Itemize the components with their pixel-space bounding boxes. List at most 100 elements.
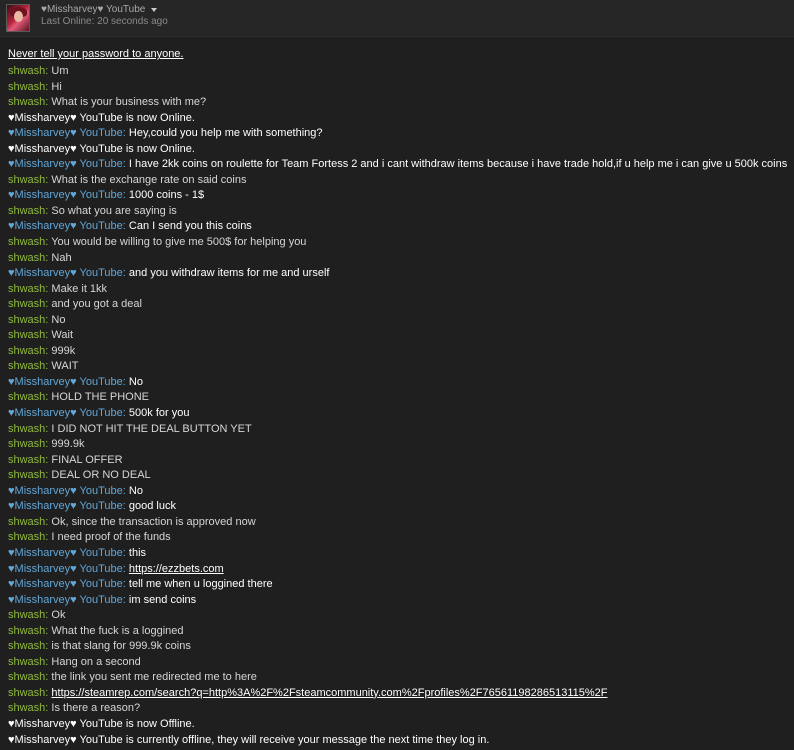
chat-message: shwash: You would be willing to give me … [8, 235, 786, 251]
message-sender[interactable]: shwash [8, 345, 45, 357]
message-sender[interactable]: shwash [8, 625, 45, 637]
message-sender[interactable]: shwash [8, 454, 45, 466]
message-link[interactable]: https://ezzbets.com [129, 563, 224, 575]
chat-message: ♥Missharvey♥ YouTube: and you withdraw i… [8, 266, 786, 282]
message-sender[interactable]: shwash [8, 656, 45, 668]
message-sender[interactable]: shwash [8, 438, 45, 450]
chat-message: shwash: DEAL OR NO DEAL [8, 468, 786, 484]
message-text: No [128, 375, 143, 388]
message-sender[interactable]: ♥Missharvey♥ YouTube [8, 500, 123, 512]
message-sender[interactable]: shwash [8, 298, 45, 310]
chat-message: ♥Missharvey♥ YouTube: No [8, 375, 786, 391]
chat-message: shwash: https://steamrep.com/search?q=ht… [8, 686, 786, 702]
chat-message: ♥Missharvey♥ YouTube: 500k for you [8, 406, 786, 422]
message-sender[interactable]: ♥Missharvey♥ YouTube [8, 578, 123, 590]
message-sender[interactable]: ♥Missharvey♥ YouTube [8, 189, 123, 201]
system-message: ♥Missharvey♥ YouTube is now Online. [8, 142, 786, 158]
message-sender[interactable]: shwash [8, 687, 45, 699]
message-sender[interactable]: shwash [8, 283, 45, 295]
message-sender[interactable]: shwash [8, 531, 45, 543]
message-text: im send coins [128, 593, 197, 606]
message-sender[interactable]: shwash [8, 469, 45, 481]
chat-message: shwash: 999k [8, 344, 786, 360]
chat-message: shwash: 999.9k [8, 437, 786, 453]
last-online-status: Last Online: 20 seconds ago [41, 16, 168, 27]
chat-message: shwash: What the fuck is a loggined [8, 624, 786, 640]
chat-message: shwash: Hang on a second [8, 655, 786, 671]
message-sender[interactable]: shwash [8, 314, 45, 326]
chat-message: ♥Missharvey♥ YouTube: good luck [8, 499, 786, 515]
message-sender[interactable]: shwash [8, 516, 45, 528]
avatar[interactable] [6, 4, 30, 32]
chat-message: shwash: Um [8, 64, 786, 80]
message-text: 999.9k [51, 438, 85, 451]
message-sender[interactable]: ♥Missharvey♥ YouTube [8, 407, 123, 419]
message-sender[interactable]: shwash [8, 81, 45, 93]
friend-name[interactable]: ♥Missharvey♥ YouTube [41, 4, 145, 15]
chat-message: shwash: Nah [8, 251, 786, 267]
chat-message: shwash: No [8, 313, 786, 329]
message-sender[interactable]: ♥Missharvey♥ YouTube [8, 127, 123, 139]
message-sender[interactable]: shwash [8, 671, 45, 683]
message-link[interactable]: https://steamrep.com/search?q=http%3A%2F… [51, 687, 607, 699]
message-text: good luck [128, 500, 176, 513]
message-sender[interactable]: shwash [8, 702, 45, 714]
friend-name-row[interactable]: ♥Missharvey♥ YouTube [41, 4, 158, 15]
chat-message: ♥Missharvey♥ YouTube: https://ezzbets.co… [8, 562, 786, 578]
message-sender[interactable]: shwash [8, 65, 45, 77]
chat-message: shwash: So what you are saying is [8, 204, 786, 220]
message-text: I have 2kk coins on roulette for Team Fo… [128, 158, 788, 171]
password-warning: Never tell your password to anyone. [8, 48, 184, 60]
chat-message: shwash: Ok, since the transaction is app… [8, 515, 786, 531]
message-text: 999k [51, 344, 76, 357]
chat-message: shwash: Wait [8, 328, 786, 344]
chat-message: shwash: What is the exchange rate on sai… [8, 173, 786, 189]
message-text: I DID NOT HIT THE DEAL BUTTON YET [51, 422, 252, 435]
message-text: What is your business with me? [51, 96, 207, 109]
message-sender[interactable]: ♥Missharvey♥ YouTube [8, 594, 123, 606]
message-sender[interactable]: ♥Missharvey♥ YouTube [8, 158, 123, 170]
message-sender[interactable]: shwash [8, 96, 45, 108]
message-text: So what you are saying is [51, 204, 177, 217]
message-text: Is there a reason? [51, 702, 141, 715]
message-sender[interactable]: shwash [8, 329, 45, 341]
message-sender[interactable]: shwash [8, 205, 45, 217]
avatar-face [14, 11, 23, 22]
message-text: WAIT [51, 360, 79, 373]
system-message: ♥Missharvey♥ YouTube is now Online. [8, 111, 786, 127]
message-sender[interactable]: shwash [8, 174, 45, 186]
message-text: Hey,could you help me with something? [128, 127, 323, 140]
message-text: HOLD THE PHONE [51, 391, 150, 404]
chat-message: ♥Missharvey♥ YouTube: tell me when u log… [8, 577, 786, 593]
message-text: FINAL OFFER [51, 453, 123, 466]
message-sender[interactable]: ♥Missharvey♥ YouTube [8, 547, 123, 559]
message-sender[interactable]: shwash [8, 252, 45, 264]
message-text: is that slang for 999.9k coins [51, 640, 191, 653]
message-text: 1000 coins - 1$ [128, 189, 205, 202]
message-sender[interactable]: ♥Missharvey♥ YouTube [8, 376, 123, 388]
message-sender[interactable]: shwash [8, 391, 45, 403]
system-message-text: ♥Missharvey♥ YouTube is now Online. [8, 111, 195, 124]
message-sender[interactable]: shwash [8, 609, 45, 621]
message-sender[interactable]: ♥Missharvey♥ YouTube [8, 563, 123, 575]
chat-message: shwash: and you got a deal [8, 297, 786, 313]
message-sender[interactable]: ♥Missharvey♥ YouTube [8, 485, 123, 497]
chevron-down-icon[interactable] [151, 7, 158, 12]
message-sender[interactable]: shwash [8, 423, 45, 435]
system-message: ♥Missharvey♥ YouTube is currently offlin… [8, 733, 786, 749]
message-text: Ok, since the transaction is approved no… [51, 515, 256, 528]
message-sender[interactable]: ♥Missharvey♥ YouTube [8, 220, 123, 232]
message-sender[interactable]: shwash [8, 640, 45, 652]
message-text: DEAL OR NO DEAL [51, 469, 151, 482]
message-text: What is the exchange rate on said coins [51, 173, 247, 186]
message-text: Wait [51, 329, 74, 342]
message-sender[interactable]: shwash [8, 236, 45, 248]
system-message: ♥Missharvey♥ YouTube is now Offline. [8, 717, 786, 733]
message-sender[interactable]: ♥Missharvey♥ YouTube [8, 267, 123, 279]
chat-message: ♥Missharvey♥ YouTube: Hey,could you help… [8, 126, 786, 142]
system-message-text: ♥Missharvey♥ YouTube is currently offlin… [8, 733, 490, 746]
message-sender[interactable]: shwash [8, 360, 45, 372]
chat-message: shwash: Hi [8, 80, 786, 96]
chat-message: ♥Missharvey♥ YouTube: 1000 coins - 1$ [8, 188, 786, 204]
message-text: What the fuck is a loggined [51, 624, 184, 637]
